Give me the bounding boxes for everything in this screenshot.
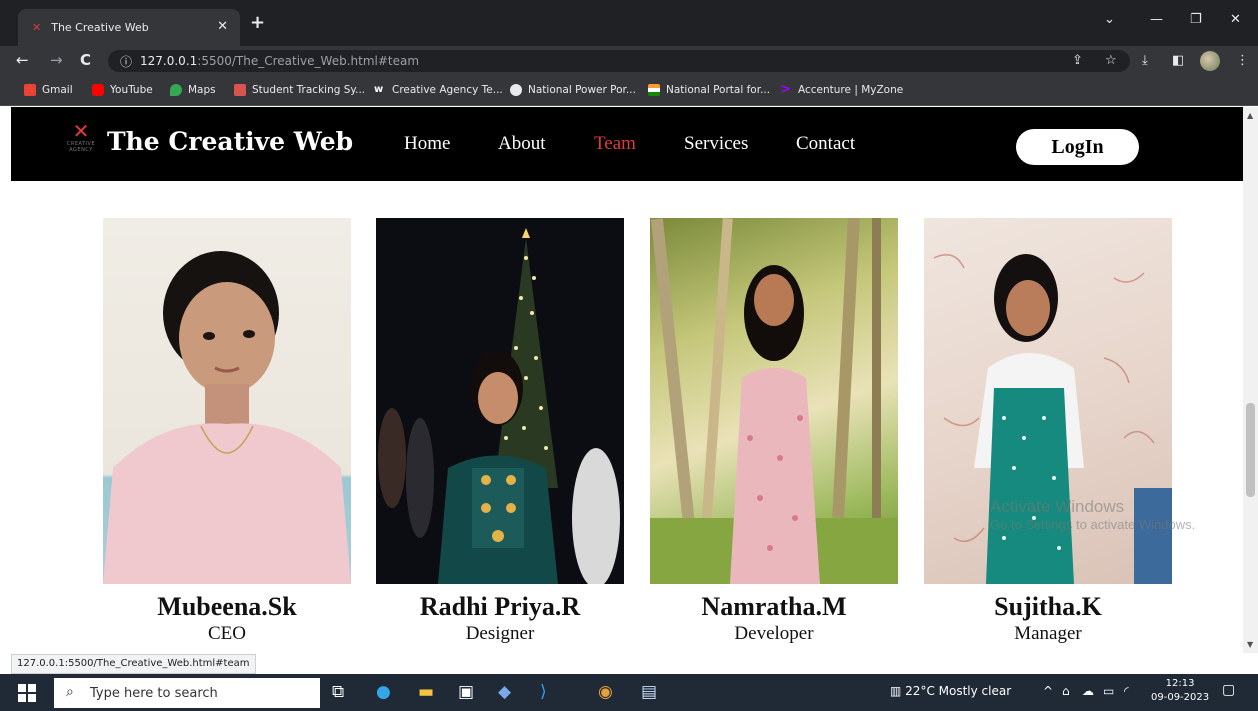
site-favicon-icon: ✕	[32, 21, 42, 34]
download-icon[interactable]: ⤓	[1142, 53, 1148, 68]
bookmark-national-power[interactable]: National Power Por...	[510, 84, 636, 96]
url-host: 127.0.0.1	[140, 54, 198, 68]
scroll-up-icon[interactable]: ▲	[1247, 111, 1253, 120]
member-role: Developer	[734, 623, 814, 644]
bookmark-creative-agency[interactable]: w Creative Agency Te...	[374, 84, 503, 96]
battery-icon[interactable]: ▭	[1103, 684, 1114, 698]
wifi-icon[interactable]: ◜	[1124, 684, 1129, 698]
address-bar-row: ← → C ⓘ 127.0.0.1 :5500/The_Creative_Web…	[0, 46, 1258, 76]
agency-logo[interactable]: ✕ CREATIVE AGENCY	[66, 121, 96, 161]
bookmark-national-portal[interactable]: National Portal for...	[648, 84, 770, 96]
app-icon[interactable]: ◆	[498, 682, 511, 702]
login-button[interactable]: LogIn	[1016, 129, 1139, 165]
bookmark-maps[interactable]: Maps	[170, 84, 216, 96]
edge-icon[interactable]: ●	[376, 682, 391, 702]
menu-icon[interactable]: ⋮	[1236, 53, 1249, 68]
bookmark-accenture[interactable]: > Accenture | MyZone	[780, 82, 903, 97]
member-name: Sujitha.K	[994, 592, 1102, 621]
window-close-icon[interactable]: ✕	[1230, 12, 1241, 27]
team-card: Mubeena.Sk CEO	[103, 218, 351, 644]
tray-chevron-icon[interactable]: ^	[1043, 684, 1053, 698]
task-view-icon[interactable]: ⧉	[332, 682, 344, 702]
web-page: ✕ CREATIVE AGENCY The Creative Web Home …	[0, 107, 1243, 653]
team-photo	[650, 218, 898, 584]
logo-x-icon: ✕	[72, 119, 90, 143]
back-icon[interactable]: ←	[16, 51, 29, 69]
youtube-icon	[92, 84, 104, 96]
tab-search-icon[interactable]: ⌄	[1104, 12, 1115, 27]
search-icon: ⌕	[66, 684, 74, 700]
network-icon[interactable]: ⌂	[1062, 684, 1070, 698]
bookmark-youtube[interactable]: YouTube	[92, 84, 153, 96]
bookmarks-bar: Gmail YouTube Maps Student Tracking Sy..…	[0, 76, 1258, 106]
bookmark-student-tracking[interactable]: Student Tracking Sy...	[234, 84, 365, 96]
scroll-down-icon[interactable]: ▼	[1247, 640, 1253, 649]
reload-icon[interactable]: C	[80, 51, 91, 69]
globe-icon	[510, 84, 522, 96]
file-explorer-icon[interactable]: ▬	[418, 682, 434, 702]
member-role: Manager	[1014, 623, 1082, 644]
member-role: Designer	[465, 623, 535, 644]
site-brand[interactable]: The Creative Web	[107, 127, 353, 156]
notification-icon[interactable]: ▢	[1222, 682, 1242, 702]
nav-contact[interactable]: Contact	[796, 133, 855, 155]
new-tab-icon[interactable]: +	[250, 12, 265, 33]
bookmark-gmail[interactable]: Gmail	[24, 84, 73, 96]
team-card: Namratha.M Developer	[650, 218, 898, 644]
team-card: Radhi Priya.R Designer	[376, 218, 624, 644]
page-scrollbar[interactable]: ▲ ▼	[1243, 107, 1258, 653]
sidepanel-icon[interactable]: ◧	[1172, 53, 1184, 68]
maps-icon	[170, 84, 182, 96]
w-logo-icon: w	[374, 84, 384, 95]
chrome-icon[interactable]: ◉	[598, 682, 613, 702]
nav-team[interactable]: Team	[594, 133, 636, 155]
scroll-thumb[interactable]	[1246, 403, 1255, 497]
onedrive-icon[interactable]: ☁	[1082, 684, 1094, 698]
site-info-icon[interactable]: ⓘ	[120, 53, 132, 70]
student-tracking-icon	[234, 84, 246, 96]
taskbar-clock[interactable]: 12:13 09-09-2023	[1151, 677, 1209, 705]
site-navbar: ✕ CREATIVE AGENCY The Creative Web Home …	[11, 107, 1243, 181]
activate-windows-watermark: Activate Windows Go to Settings to activ…	[990, 497, 1196, 532]
weather-widget[interactable]: ▥ 22°C Mostly clear	[890, 684, 1011, 698]
member-name: Namratha.M	[701, 592, 847, 621]
tab-close-icon[interactable]: ✕	[217, 19, 228, 34]
share-icon[interactable]: ⇪	[1072, 53, 1083, 68]
status-bar-url: 127.0.0.1:5500/The_Creative_Web.html#tea…	[11, 654, 256, 674]
nav-about[interactable]: About	[498, 133, 546, 155]
url-path: :5500/The_Creative_Web.html#team	[197, 54, 420, 68]
team-photo	[376, 218, 624, 584]
weather-icon: ▥	[890, 684, 902, 698]
member-role: CEO	[208, 623, 246, 644]
browser-titlebar: ✕ The Creative Web ✕ + ⌄ — ❐ ✕	[0, 0, 1258, 46]
bookmark-star-icon[interactable]: ☆	[1105, 53, 1117, 68]
url-input[interactable]: ⓘ 127.0.0.1 :5500/The_Creative_Web.html#…	[108, 50, 1130, 72]
windows-taskbar: ⌕ Type here to search ⧉ ● ▬ ▣ ◆ ⟩ ◉ ▤ ▥ …	[0, 674, 1258, 711]
forward-icon[interactable]: →	[50, 51, 63, 69]
team-photo	[103, 218, 351, 584]
member-name: Radhi Priya.R	[419, 592, 581, 621]
windows-start-icon[interactable]	[18, 684, 36, 702]
member-name: Mubeena.Sk	[157, 592, 297, 621]
accenture-icon: >	[780, 82, 791, 97]
notepad-icon[interactable]: ▤	[641, 682, 657, 702]
tab-title: The Creative Web	[51, 21, 149, 34]
india-flag-icon	[648, 84, 660, 96]
vscode-icon[interactable]: ⟩	[540, 682, 547, 702]
minimize-icon[interactable]: —	[1150, 12, 1163, 27]
profile-avatar[interactable]	[1200, 51, 1220, 71]
nav-home[interactable]: Home	[404, 133, 450, 155]
nav-services[interactable]: Services	[684, 133, 748, 155]
maximize-icon[interactable]: ❐	[1190, 12, 1202, 27]
gmail-icon	[24, 84, 36, 96]
browser-tab[interactable]: ✕ The Creative Web ✕	[18, 9, 240, 46]
taskbar-search-input[interactable]: ⌕ Type here to search	[54, 678, 320, 708]
store-icon[interactable]: ▣	[458, 682, 474, 702]
